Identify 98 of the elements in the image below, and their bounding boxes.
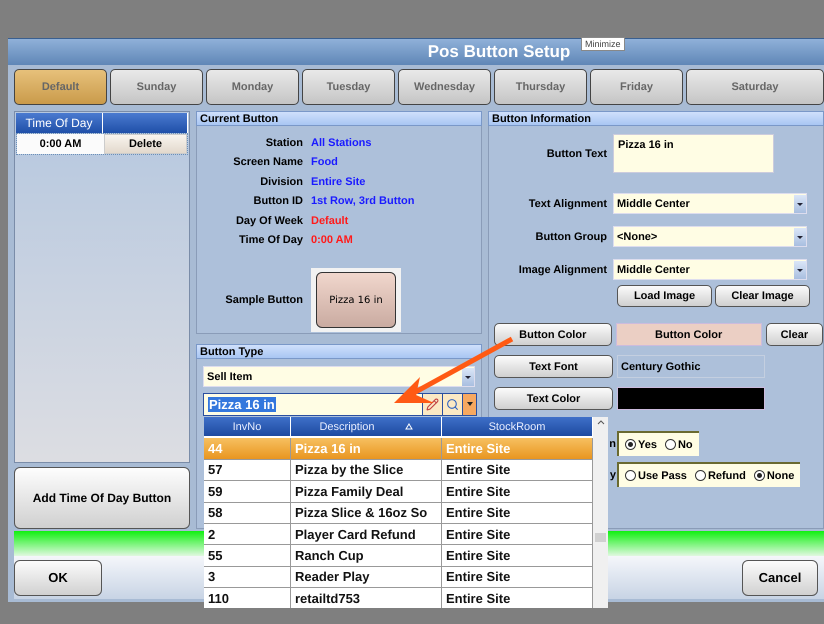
radio-button[interactable]	[625, 439, 636, 450]
list-cell[interactable]: 59	[204, 481, 291, 503]
field-value: Food	[311, 156, 339, 168]
day-tab[interactable]: Wednesday	[398, 69, 491, 105]
radio-button[interactable]	[625, 470, 636, 481]
list-cell[interactable]: Entire Site	[442, 566, 593, 588]
field-label: Button Text	[546, 148, 607, 160]
panel-header: Current Button	[196, 111, 482, 126]
list-cell[interactable]: Player Card Refund	[291, 524, 442, 546]
list-cell[interactable]: 2	[204, 524, 291, 546]
field-label: Day Of Week	[234, 214, 303, 227]
add-time-button[interactable]: Add Time Of Day Button	[14, 467, 190, 529]
day-tab[interactable]: Saturday	[686, 69, 824, 105]
list-cell[interactable]: 55	[204, 545, 291, 567]
field-label: Division	[259, 176, 303, 188]
radio-button[interactable]	[664, 439, 676, 450]
field-label: Station	[264, 136, 303, 149]
type-select[interactable]: Sell Item	[203, 366, 475, 387]
column-header[interactable]: StockRoom	[442, 417, 593, 436]
option-select[interactable]: <None>	[613, 226, 807, 247]
text-color-button[interactable]: Text Color	[494, 387, 613, 410]
field-label: Button ID	[252, 195, 303, 208]
caret-icon	[794, 260, 806, 278]
window-title: Pos Button Setup	[428, 42, 570, 62]
radio-button[interactable]	[754, 470, 765, 481]
table-row[interactable]: 0:00 AM Delete	[16, 133, 188, 155]
list-cell[interactable]: Entire Site	[442, 502, 593, 524]
caret-icon	[466, 402, 474, 407]
field-label: Sample Button	[224, 294, 303, 306]
list-cell[interactable]: Pizza by the Slice	[291, 460, 442, 482]
list-cell[interactable]: 3	[204, 566, 291, 588]
color-swatch: Button Color	[616, 323, 762, 346]
column-header: Time Of Day	[16, 113, 103, 133]
list-cell[interactable]: Pizza Family Deal	[291, 481, 442, 503]
text-font-button[interactable]: Text Font	[494, 355, 613, 378]
radio-label: Yes	[638, 438, 657, 450]
list-cell[interactable]: Reader Play	[291, 566, 442, 588]
caret-icon	[794, 228, 806, 246]
image-button[interactable]: Load Image	[617, 285, 712, 307]
radio-button[interactable]	[694, 470, 706, 481]
pencil-icon	[426, 398, 439, 411]
field-label: Text Alignment	[528, 198, 607, 210]
day-tab[interactable]: Thursday	[494, 69, 587, 105]
field-label: Button Group	[536, 230, 607, 242]
field-value: 1st Row, 3rd Button	[311, 195, 416, 208]
scrollbar[interactable]	[593, 417, 608, 608]
radio-label: Use Pass	[638, 470, 687, 482]
button-text-field[interactable]: Pizza 16 in	[613, 134, 774, 173]
delete-button[interactable]: Delete	[104, 134, 187, 154]
sample-button[interactable]: Pizza 16 in	[316, 272, 396, 328]
font-value: Century Gothic	[617, 355, 765, 378]
search-button[interactable]	[442, 394, 462, 415]
list-cell[interactable]: Entire Site	[442, 545, 593, 567]
list-cell[interactable]: Ranch Cup	[291, 545, 442, 567]
day-tab[interactable]: Friday	[590, 69, 683, 105]
image-button[interactable]: Clear Image	[715, 285, 810, 307]
field-value: Default	[311, 214, 350, 227]
column-header[interactable]: InvNo	[204, 417, 291, 436]
column-header[interactable]: Description	[291, 417, 442, 436]
selected-text: Pizza 16 in	[208, 397, 276, 412]
scroll-thumb[interactable]	[595, 533, 606, 542]
list-cell[interactable]: 58	[204, 502, 291, 524]
table-cell: 0:00 AM	[17, 134, 104, 154]
field-label: Screen Name	[232, 156, 303, 168]
field-label: n	[609, 438, 616, 450]
field-label: Time Of Day	[238, 234, 303, 246]
tooltip: Minimize	[581, 37, 625, 51]
button-color-button[interactable]: Button Color	[494, 323, 612, 346]
day-tab[interactable]: Tuesday	[302, 69, 395, 105]
caret-icon	[462, 368, 474, 386]
list-cell[interactable]: Entire Site	[442, 524, 593, 546]
cancel-button[interactable]: Cancel	[742, 560, 818, 596]
field-value: All Stations	[311, 136, 373, 149]
clear-button[interactable]: Clear	[766, 323, 823, 346]
radio-label: None	[766, 470, 794, 482]
field-value: 0:00 AM	[311, 234, 354, 246]
day-tab[interactable]: Sunday	[110, 69, 203, 105]
panel-header: Button Information	[488, 111, 824, 126]
edit-button[interactable]	[422, 394, 442, 415]
radio-label: Refund	[708, 470, 746, 482]
search-icon	[446, 398, 459, 411]
ok-button[interactable]: OK	[14, 560, 102, 596]
field-value: Entire Site	[311, 176, 366, 188]
item-combo[interactable]: Pizza 16 in	[203, 393, 477, 416]
list-cell[interactable]: Pizza Slice & 16oz So	[291, 502, 442, 524]
list-cell[interactable]: Entire Site	[442, 460, 593, 482]
field-label: Image Alignment	[518, 264, 607, 276]
list-cell[interactable]: Entire Site	[442, 481, 593, 503]
option-select[interactable]: Middle Center	[613, 259, 807, 280]
day-tab[interactable]: Monday	[206, 69, 299, 105]
radio-label: No	[678, 438, 693, 450]
dropdown-button[interactable]	[462, 394, 476, 415]
field-label: y	[610, 468, 616, 480]
panel-header: Button Type	[196, 344, 482, 359]
scroll-up-icon	[596, 420, 604, 425]
option-select[interactable]: Middle Center	[613, 193, 807, 214]
caret-icon	[794, 194, 806, 212]
list-cell[interactable]: 57	[204, 460, 291, 482]
